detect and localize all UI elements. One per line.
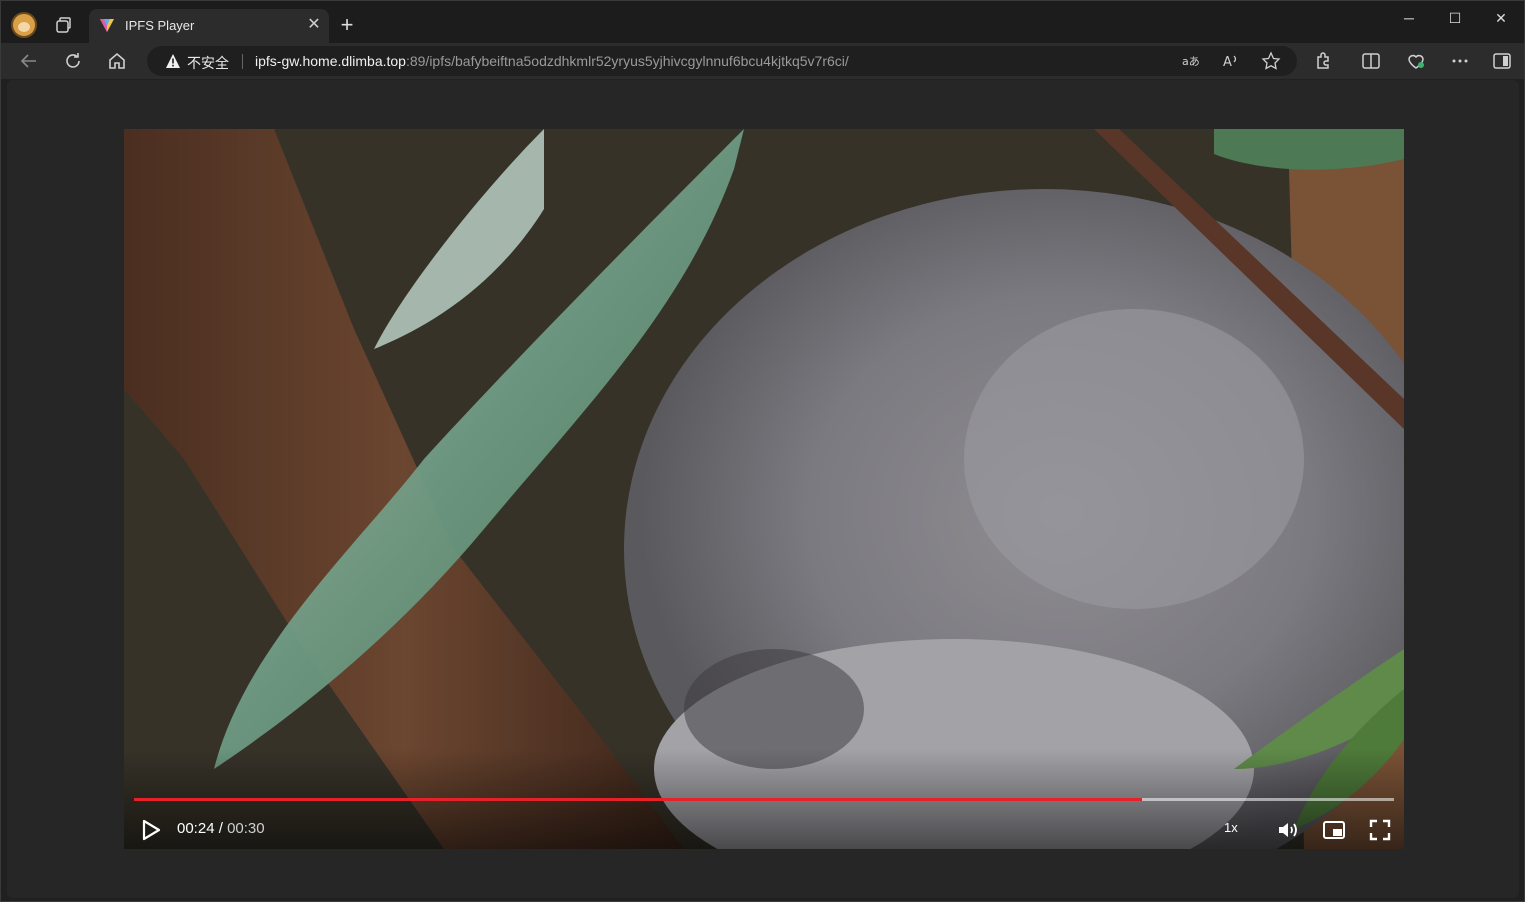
tab-strip: IPFS Player ✕ + ─ ☐ ✕ (1, 1, 1524, 43)
video-frame (124, 129, 1404, 849)
workspaces-icon[interactable] (54, 15, 74, 35)
profile-avatar[interactable] (11, 12, 37, 38)
svg-text:A: A (1223, 55, 1232, 70)
maximize-button[interactable]: ☐ (1432, 7, 1478, 29)
home-icon[interactable] (105, 49, 129, 73)
minimize-button[interactable]: ─ (1386, 7, 1432, 29)
play-icon[interactable] (140, 819, 162, 841)
security-label[interactable]: 不安全 (187, 53, 229, 73)
duration: 00:30 (227, 820, 265, 837)
favorite-icon[interactable] (1260, 50, 1282, 72)
warning-icon[interactable] (165, 53, 181, 69)
url-host: ipfs-gw.home.dlimba.top (255, 53, 406, 69)
extensions-icon[interactable] (1311, 49, 1335, 73)
progress-fill (134, 798, 1142, 801)
sidebar-icon[interactable] (1490, 49, 1514, 73)
browser-essentials-icon[interactable] (1404, 49, 1428, 73)
split-screen-icon[interactable] (1359, 49, 1383, 73)
tab-title: IPFS Player (125, 18, 195, 33)
current-time: 00:24 (177, 820, 215, 837)
video-player[interactable]: 00:24 / 00:30 1x (124, 129, 1404, 849)
address-bar[interactable]: 不安全 ipfs-gw.home.dlimba.top:89/ipfs/bafy… (147, 46, 1297, 76)
url-path: :89/ipfs/bafybeiftna5odzdhkmlr52yryus5yj… (405, 53, 849, 69)
close-window-button[interactable]: ✕ (1478, 7, 1524, 29)
ipfs-player-favicon (100, 19, 114, 32)
progress-bar[interactable] (134, 798, 1394, 801)
new-tab-button[interactable]: + (336, 14, 358, 37)
tab-ipfs-player[interactable]: IPFS Player ✕ (89, 9, 329, 43)
read-aloud-icon[interactable]: A (1220, 50, 1242, 72)
back-icon[interactable] (17, 49, 41, 73)
translate-icon[interactable]: aあ (1179, 50, 1201, 72)
address-separator (242, 54, 243, 69)
volume-icon[interactable] (1276, 818, 1300, 842)
browser-toolbar: 不安全 ipfs-gw.home.dlimba.top:89/ipfs/bafy… (1, 43, 1524, 79)
page-content: 00:24 / 00:30 1x (7, 80, 1519, 898)
refresh-icon[interactable] (61, 49, 85, 73)
browser-window: IPFS Player ✕ + ─ ☐ ✕ 不安全 ipfs-gw.home.d… (0, 0, 1525, 902)
playback-speed-button[interactable]: 1x (1224, 820, 1238, 835)
fullscreen-icon[interactable] (1368, 818, 1392, 842)
close-tab-icon[interactable]: ✕ (304, 15, 324, 35)
time-display: 00:24 / 00:30 (177, 820, 265, 837)
time-separator: / (214, 820, 228, 837)
pip-icon[interactable] (1322, 818, 1346, 842)
svg-text:aあ: aあ (1182, 55, 1200, 68)
url-text[interactable]: ipfs-gw.home.dlimba.top:89/ipfs/bafybeif… (255, 53, 849, 69)
more-icon[interactable] (1448, 49, 1472, 73)
